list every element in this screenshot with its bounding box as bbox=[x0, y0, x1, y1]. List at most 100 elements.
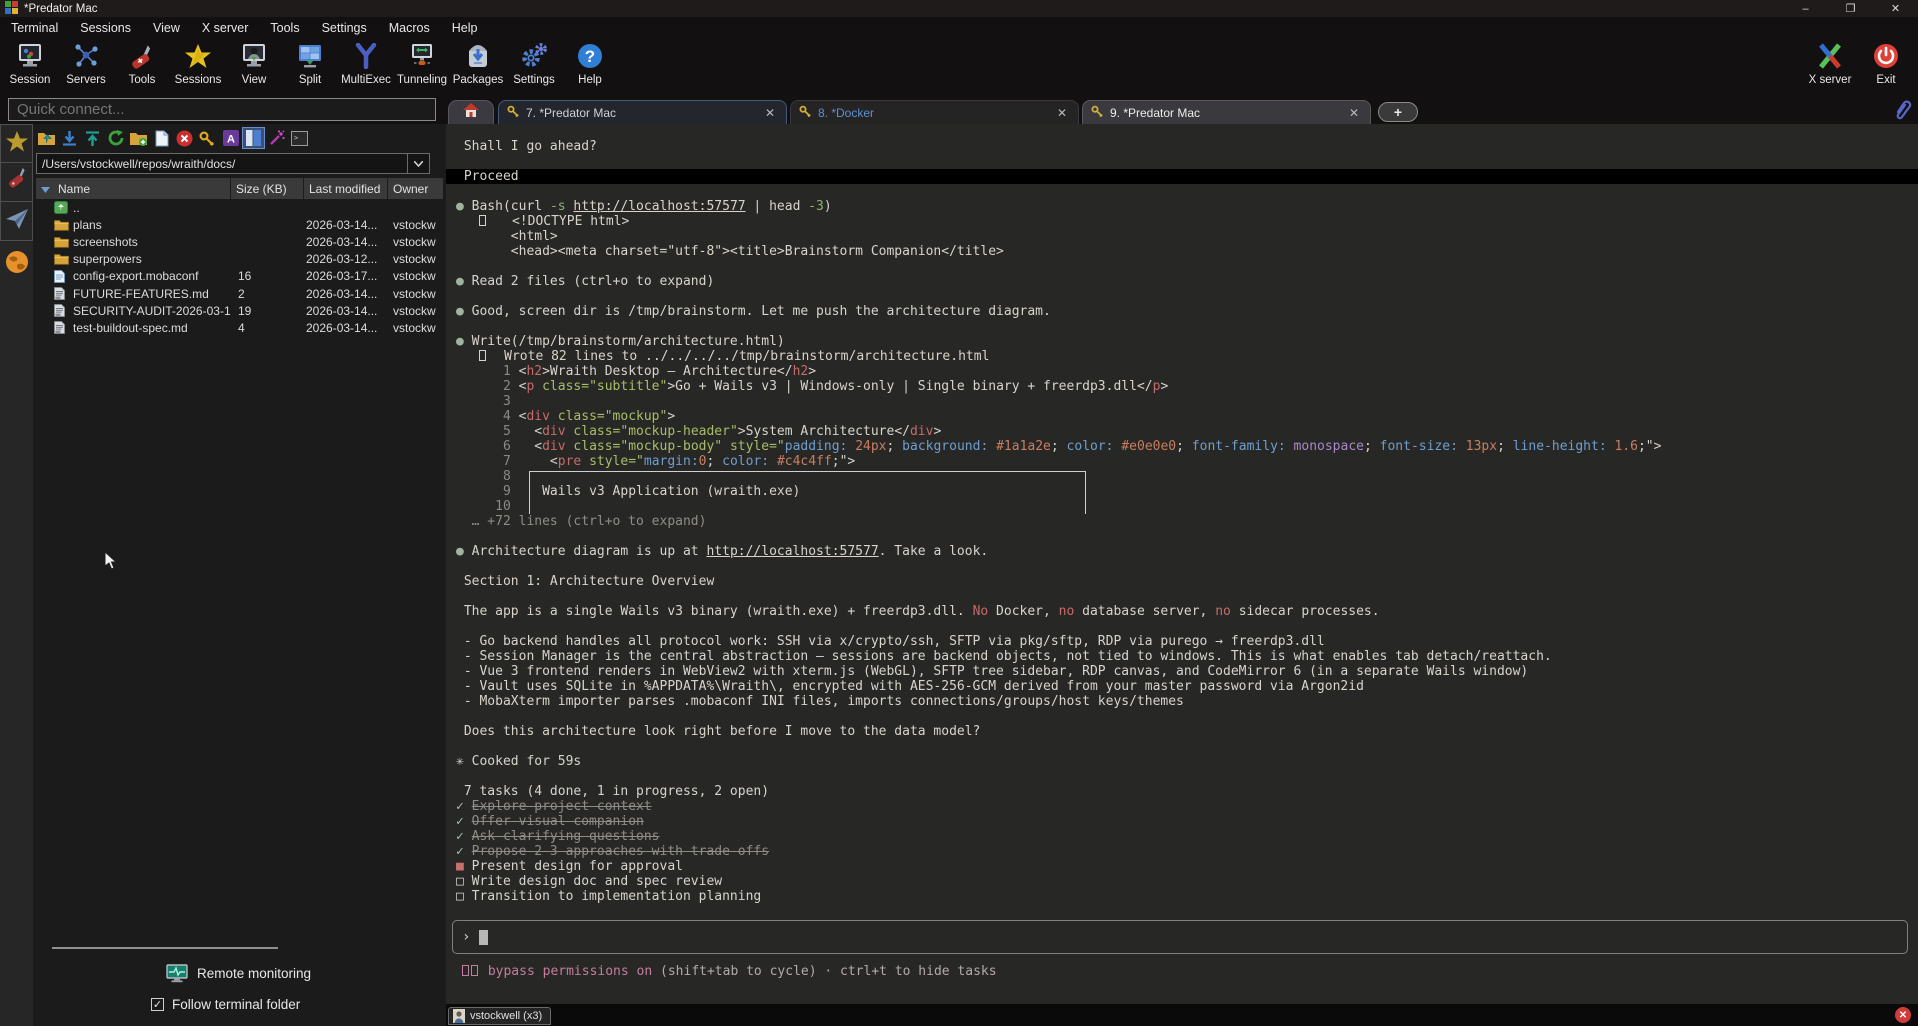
file-row-security-audit-2026-03-1[interactable]: SECURITY-AUDIT-2026-03-1...192026-03-14.… bbox=[36, 302, 443, 319]
file-owner: vstockw bbox=[388, 321, 443, 335]
close-session-icon[interactable]: ✕ bbox=[1895, 1007, 1911, 1023]
tab-8-docker[interactable]: 8. *Docker✕ bbox=[790, 100, 1079, 124]
toolbar-button-tools[interactable]: Tools bbox=[114, 40, 170, 86]
toolbar-button-view[interactable]: View bbox=[226, 40, 282, 86]
tab-close-icon[interactable]: ✕ bbox=[762, 106, 778, 120]
toolbar-button-sessions[interactable]: Sessions bbox=[170, 40, 226, 86]
tab-9-predator-mac[interactable]: 9. *Predator Mac✕ bbox=[1082, 100, 1371, 124]
menu-macros[interactable]: Macros bbox=[378, 19, 441, 37]
terminal-text: Transition to implementation planning bbox=[472, 889, 762, 904]
rail-favorites[interactable] bbox=[0, 124, 33, 163]
paperclip-icon[interactable] bbox=[1892, 98, 1912, 125]
file-row-plans[interactable]: plans2026-03-14...vstockw bbox=[36, 216, 443, 233]
terminal-line: ● Good, screen dir is /tmp/brainstorm. L… bbox=[446, 304, 1918, 319]
terminal-text: ✓ bbox=[456, 829, 472, 844]
quick-connect-input[interactable] bbox=[8, 98, 436, 121]
font-icon[interactable]: A bbox=[219, 127, 242, 149]
toolbar-button-packages[interactable]: Packages bbox=[450, 40, 506, 86]
minimize-button[interactable]: – bbox=[1783, 0, 1828, 17]
toolbar-button-settings[interactable]: Settings bbox=[506, 40, 562, 86]
terminal-small-icon[interactable]: > bbox=[288, 127, 311, 149]
sidebar-divider bbox=[52, 947, 278, 949]
terminal-text: - MobaXterm importer parses .mobaconf IN… bbox=[456, 694, 1184, 709]
menu-x-server[interactable]: X server bbox=[191, 19, 260, 37]
toolbar-button-split[interactable]: Split bbox=[282, 40, 338, 86]
column-header-owner[interactable]: Owner bbox=[388, 178, 443, 199]
toolbar-button-help[interactable]: ?Help bbox=[562, 40, 618, 86]
tab-7-predator-mac[interactable]: 7. *Predator Mac✕ bbox=[498, 100, 787, 124]
new-file-icon[interactable] bbox=[150, 127, 173, 149]
terminal-text: div bbox=[542, 439, 565, 454]
terminal-text bbox=[1458, 439, 1466, 454]
wand-icon[interactable] bbox=[265, 127, 288, 149]
menu-sessions[interactable]: Sessions bbox=[69, 19, 142, 37]
terminal-pane[interactable]: Shall I go ahead? Proceed● Bash(curl -s … bbox=[446, 124, 1918, 1004]
delete-icon[interactable] bbox=[173, 127, 196, 149]
terminal-text: Write design doc and spec review bbox=[472, 874, 722, 889]
tab-close-icon[interactable]: ✕ bbox=[1346, 106, 1362, 120]
toolbar-button-x-server[interactable]: X server bbox=[1802, 40, 1858, 86]
file-row-superpowers[interactable]: superpowers2026-03-12...vstockw bbox=[36, 251, 443, 268]
menu-settings[interactable]: Settings bbox=[311, 19, 378, 37]
toolbar-button-tunneling[interactable]: Tunneling bbox=[394, 40, 450, 86]
new-folder-icon[interactable] bbox=[127, 127, 150, 149]
key-icon[interactable] bbox=[196, 127, 219, 149]
remote-monitoring-button[interactable]: Remote monitoring bbox=[166, 964, 311, 983]
column-header-size-kb[interactable]: Size (KB) bbox=[231, 178, 304, 199]
file-row-future-features-md[interactable]: FUTURE-FEATURES.md22026-03-14...vstockw bbox=[36, 285, 443, 302]
terminal-text: >System Architecture</ bbox=[738, 424, 910, 439]
svg-text:>: > bbox=[294, 134, 298, 142]
menu-view[interactable]: View bbox=[142, 19, 191, 37]
terminal-line: - Go backend handles all protocol work: … bbox=[446, 634, 1918, 649]
file-row-screenshots[interactable]: screenshots2026-03-14...vstockw bbox=[36, 233, 443, 250]
download-icon[interactable] bbox=[58, 127, 81, 149]
chevron-down-icon[interactable] bbox=[407, 154, 429, 173]
new-tab-button[interactable]: + bbox=[1378, 102, 1418, 122]
terminal-line: ✓ Propose 2-3 approaches with trade-offs bbox=[446, 844, 1918, 859]
window-title: *Predator Mac bbox=[24, 3, 98, 15]
toolbar-button-multiexec[interactable]: MultiExec bbox=[338, 40, 394, 86]
tab-home[interactable] bbox=[448, 100, 494, 124]
remote-monitoring-label: Remote monitoring bbox=[197, 966, 311, 981]
close-button[interactable]: ✕ bbox=[1873, 0, 1918, 17]
file-panel: A> /Users/vstockwell/repos/wraith/docs/ … bbox=[33, 124, 446, 1026]
mobaxterm-window: *Predator Mac – ❐ ✕ TerminalSessionsView… bbox=[0, 0, 1918, 1026]
maximize-button[interactable]: ❐ bbox=[1828, 0, 1873, 17]
menu-help[interactable]: Help bbox=[441, 19, 489, 37]
toolbar-button-servers[interactable]: Servers bbox=[58, 40, 114, 86]
architecture-ascii-box bbox=[529, 471, 1086, 514]
follow-terminal-checkbox[interactable]: ✓ bbox=[151, 998, 164, 1011]
tab-bar: 7. *Predator Mac✕8. *Docker✕9. *Predator… bbox=[448, 100, 1892, 124]
upload-icon[interactable] bbox=[81, 127, 104, 149]
column-label: Size (KB) bbox=[236, 182, 287, 196]
terminal-text: | head bbox=[746, 199, 809, 214]
terminal-line: ✓ Offer visual companion bbox=[446, 814, 1918, 829]
rail-globe[interactable] bbox=[0, 241, 33, 287]
path-combobox[interactable]: /Users/vstockwell/repos/wraith/docs/ bbox=[36, 153, 430, 174]
prompt-input-box[interactable]: › bbox=[452, 920, 1908, 954]
tab-close-icon[interactable]: ✕ bbox=[1054, 106, 1070, 120]
terminal-text: Good, screen dir is /tmp/brainstorm. Let… bbox=[472, 304, 1051, 319]
file-row-test-buildout-spec-md[interactable]: test-buildout-spec.md42026-03-14...vstoc… bbox=[36, 319, 443, 336]
session-status-tab[interactable]: vstockwell (x3) bbox=[448, 1007, 551, 1025]
terminal-line: ● Bash(curl -s http://localhost:57577 | … bbox=[446, 199, 1918, 214]
terminal-link[interactable]: http://localhost:57577 bbox=[706, 544, 878, 559]
toolbar-button-exit[interactable]: Exit bbox=[1858, 40, 1914, 86]
refresh-icon[interactable] bbox=[104, 127, 127, 149]
file-row-config-export-mobaconf[interactable]: config-export.mobaconf162026-03-17...vst… bbox=[36, 268, 443, 285]
menu-terminal[interactable]: Terminal bbox=[0, 19, 69, 37]
terminal-text: □ bbox=[456, 874, 472, 889]
file-row-[interactable]: .. bbox=[36, 199, 443, 216]
terminal-link[interactable]: http://localhost:57577 bbox=[573, 199, 745, 214]
side-panel-icon[interactable] bbox=[242, 127, 265, 149]
follow-terminal-folder-toggle[interactable]: ✓ Follow terminal folder bbox=[151, 997, 300, 1012]
folder-up-icon[interactable] bbox=[35, 127, 58, 149]
column-header-name[interactable]: Name bbox=[36, 178, 231, 199]
terminal-text: Docker, bbox=[988, 604, 1058, 619]
rail-tools[interactable] bbox=[0, 163, 33, 202]
toolbar-button-session[interactable]: Session bbox=[2, 40, 58, 86]
rail-sessions[interactable] bbox=[0, 202, 33, 241]
column-header-last-modified[interactable]: Last modified bbox=[304, 178, 388, 199]
terminal-text: ; bbox=[1364, 439, 1380, 454]
menu-tools[interactable]: Tools bbox=[259, 19, 310, 37]
